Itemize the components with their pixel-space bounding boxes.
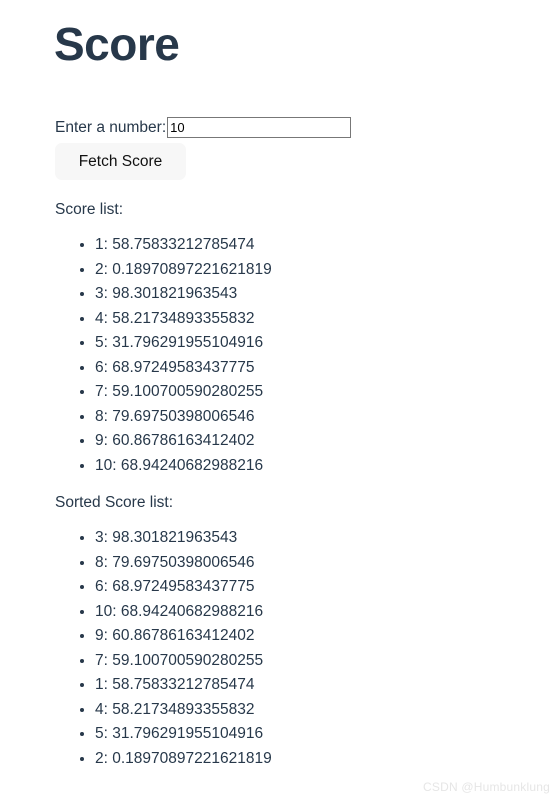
enter-number-label: Enter a number: [55, 118, 167, 136]
score-list: 1: 58.75833212785474 2: 0.18970897221621… [55, 233, 272, 478]
list-item: 7: 59.100700590280255 [95, 380, 272, 405]
list-item: 3: 98.301821963543 [95, 526, 272, 551]
number-form-row: Enter a number: [55, 117, 352, 138]
fetch-score-button[interactable]: Fetch Score [55, 143, 186, 180]
list-item: 5: 31.796291955104916 [95, 331, 272, 356]
list-item: 1: 58.75833212785474 [95, 233, 272, 258]
list-item: 3: 98.301821963543 [95, 282, 272, 307]
list-item: 2: 0.18970897221621819 [95, 747, 272, 772]
list-item: 8: 79.69750398006546 [95, 551, 272, 576]
list-item: 1: 58.75833212785474 [95, 673, 272, 698]
list-item: 9: 60.86786163412402 [95, 429, 272, 454]
watermark: CSDN @Humbunklung [423, 780, 550, 794]
list-item: 6: 68.97249583437775 [95, 356, 272, 381]
sorted-score-list-heading: Sorted Score list: [55, 494, 174, 511]
sorted-score-list: 3: 98.301821963543 8: 79.69750398006546 … [55, 526, 272, 771]
list-item: 5: 31.796291955104916 [95, 722, 272, 747]
page-container: Score Enter a number: Fetch Score Score … [0, 0, 560, 802]
list-item: 8: 79.69750398006546 [95, 405, 272, 430]
number-input[interactable] [167, 117, 352, 138]
list-item: 4: 58.21734893355832 [95, 307, 272, 332]
list-item: 2: 0.18970897221621819 [95, 258, 272, 283]
score-list-heading: Score list: [55, 201, 124, 218]
list-item: 4: 58.21734893355832 [95, 698, 272, 723]
list-item: 10: 68.94240682988216 [95, 600, 272, 625]
list-item: 7: 59.100700590280255 [95, 649, 272, 674]
list-item: 10: 68.94240682988216 [95, 454, 272, 479]
page-title: Score [54, 18, 180, 70]
list-item: 9: 60.86786163412402 [95, 624, 272, 649]
list-item: 6: 68.97249583437775 [95, 575, 272, 600]
